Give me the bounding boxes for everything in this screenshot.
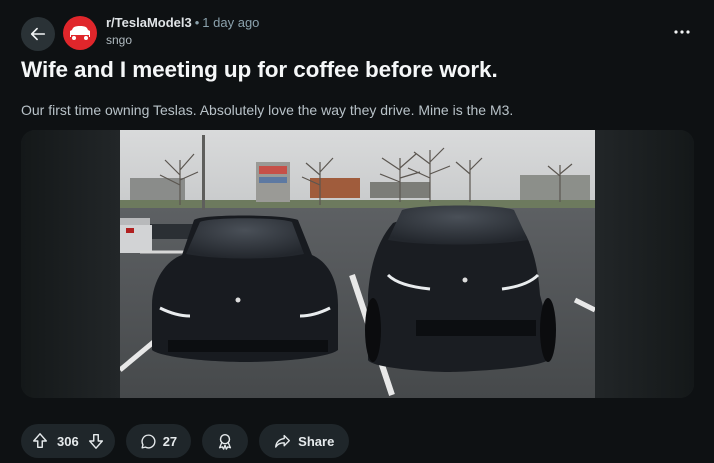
share-label: Share <box>298 433 335 449</box>
parking-lot-photo <box>120 130 595 398</box>
post-time: 1 day ago <box>202 15 260 30</box>
post-image[interactable] <box>21 130 694 398</box>
back-button[interactable] <box>21 17 55 51</box>
comment-count: 27 <box>162 433 178 449</box>
image-blur-left <box>21 130 120 398</box>
subreddit-avatar[interactable] <box>63 16 97 50</box>
subreddit-link[interactable]: r/TeslaModel3 <box>106 15 192 30</box>
award-icon <box>219 433 232 450</box>
ellipsis-icon <box>674 30 690 34</box>
arrow-left-icon <box>30 27 46 41</box>
meta-separator: • <box>194 15 200 30</box>
upvote-button[interactable] <box>31 432 49 450</box>
car-icon <box>70 26 90 40</box>
post-meta: r/TeslaModel3 • 1 day ago <box>106 15 259 30</box>
post-action-bar: 306 27 Share <box>21 424 350 458</box>
more-options-button[interactable] <box>670 22 694 42</box>
downvote-button[interactable] <box>87 432 105 450</box>
share-button[interactable]: Share <box>259 424 350 458</box>
image-blur-right <box>595 130 694 398</box>
comments-button[interactable]: 27 <box>125 424 192 458</box>
award-button[interactable] <box>202 424 249 458</box>
speech-bubble-icon <box>141 433 156 449</box>
arrow-up-icon <box>32 433 48 449</box>
author-link[interactable]: sngo <box>106 33 132 47</box>
post-body: Our first time owning Teslas. Absolutely… <box>21 102 514 118</box>
arrow-down-icon <box>88 433 103 449</box>
vote-score: 306 <box>57 433 79 449</box>
share-arrow-icon <box>275 434 291 448</box>
post-title: Wife and I meeting up for coffee before … <box>21 57 498 82</box>
vote-control: 306 <box>21 424 115 458</box>
